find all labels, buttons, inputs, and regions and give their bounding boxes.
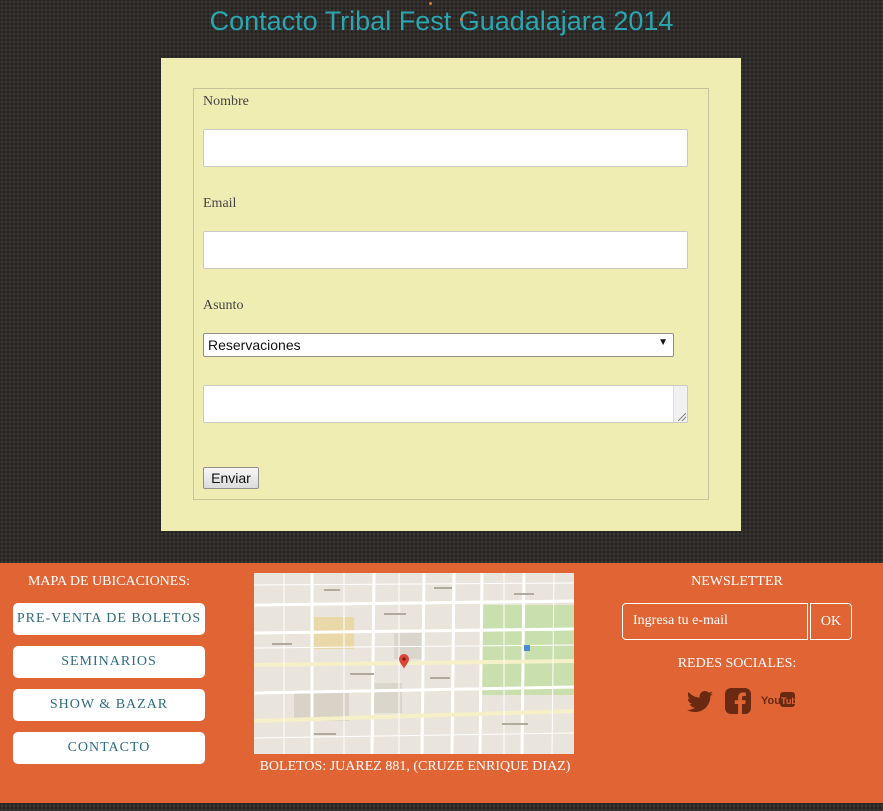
contact-form-card: Nombre Email Asunto Reservaciones ▼ Envi… [161,58,741,531]
tickets-address: BOLETOS: JUAREZ 881, (CRUZE ENRIQUE DIAZ… [259,759,571,774]
footer: MAPA DE UBICACIONES: PRE-VENTA DE BOLETO… [0,563,883,803]
youtube-icon[interactable]: You Tube [761,690,802,715]
page-title: Contacto Tribal Fest Guadalajara 2014 [209,6,674,36]
map-heading: MAPA DE UBICACIONES: [27,574,191,589]
newsletter-email-input[interactable]: Ingresa tu e-mail [622,603,808,640]
decorative-dot [429,2,432,5]
subject-select[interactable]: Reservaciones ▼ [203,333,674,357]
bottom-background-strip [0,803,883,811]
name-label: Nombre [203,94,249,109]
svg-text:You: You [761,695,781,707]
svg-text:Tube: Tube [781,696,795,706]
subject-label: Asunto [203,298,244,313]
nav-button-show-bazar[interactable]: SHOW & BAZAR [13,689,205,721]
dropdown-arrow-icon: ▼ [658,337,668,348]
message-textarea[interactable] [203,385,688,423]
newsletter-ok-button[interactable]: OK [810,603,852,640]
nav-button-contacto[interactable]: CONTACTO [13,732,205,764]
nav-button-seminarios[interactable]: SEMINARIOS [13,646,205,678]
submit-button[interactable]: Enviar [203,467,259,489]
facebook-icon[interactable] [725,688,751,719]
social-heading: REDES SOCIALES: [677,656,797,671]
nav-button-preventa[interactable]: PRE-VENTA DE BOLETOS [13,603,205,635]
contact-form-fieldset: Nombre Email Asunto Reservaciones ▼ Envi… [193,88,709,500]
email-input[interactable] [203,231,688,269]
name-input[interactable] [203,129,688,167]
location-map[interactable] [254,573,574,754]
email-label: Email [203,196,237,211]
resize-grip-icon[interactable] [678,413,686,421]
subject-selected-value: Reservaciones [208,337,301,353]
newsletter-heading: NEWSLETTER [691,574,783,589]
decorative-dot [460,18,463,21]
twitter-icon[interactable] [686,690,714,719]
